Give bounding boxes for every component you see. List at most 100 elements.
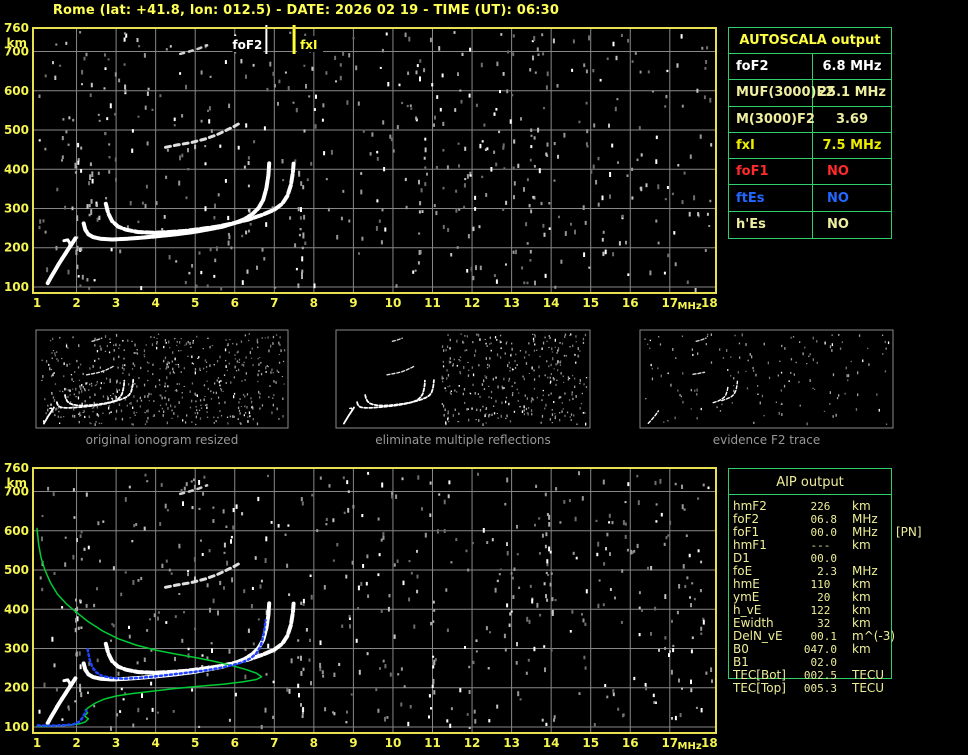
svg-text:6: 6 [231, 296, 239, 310]
bottom-ionogram-plot: 123456789101112131415161718MHz7607006005… [4, 461, 718, 752]
parameter-value: 00.0 [790, 552, 837, 565]
parameter-label: foF2 [729, 54, 813, 79]
trace-f2-o [84, 163, 270, 239]
parameter-value: 32 [790, 617, 837, 630]
parameter-value: 005.3 [790, 682, 837, 695]
svg-text:3: 3 [112, 296, 120, 310]
aip-row-hmf1: hmF1--- km [733, 539, 963, 552]
autoscala-output-table: AUTOSCALA output foF26.8 MHzMUF(3000)F22… [728, 27, 892, 239]
aip-row-fof2: foF206.8MHz [733, 513, 963, 526]
y-axis-unit-label: km [7, 476, 27, 490]
parameter-value: --- [790, 539, 837, 552]
parameter-label: h'Es [729, 212, 813, 238]
parameter-label: MUF(3000)F2 [729, 80, 813, 105]
svg-text:300: 300 [4, 642, 29, 656]
svg-text:600: 600 [4, 524, 29, 538]
svg-text:1: 1 [33, 296, 41, 310]
parameter-unit: TECU [852, 682, 896, 695]
autoscala-row-m3000f2: M(3000)F23.69 [729, 107, 891, 133]
parameter-value: 047.0 [790, 643, 837, 656]
autoscala-table-rows: foF26.8 MHzMUF(3000)F225.1 MHzM(3000)F23… [729, 54, 891, 238]
aip-row-fof1: foF100.0MHz[PN] [733, 526, 963, 539]
top-ionogram-plot: foF2fxI123456789101112131415161718MHz760… [4, 21, 718, 312]
parameter-value: NO [813, 159, 891, 184]
svg-text:17: 17 [661, 296, 678, 310]
parameter-label: TEC[Top] [733, 682, 790, 695]
svg-text:17: 17 [661, 736, 678, 750]
autoscala-table-header: AUTOSCALA output [729, 28, 891, 54]
x-axis-unit-label: MHz [678, 301, 702, 312]
svg-text:1: 1 [33, 736, 41, 750]
panel-caption-eliminate: eliminate multiple reflections [336, 433, 590, 447]
aip-row-d1: D100.0 [733, 552, 963, 565]
svg-text:7: 7 [270, 736, 278, 750]
axis-labels: 123456789101112131415161718MHz7607006005… [4, 461, 718, 752]
aip-row-hme: hmE110 km [733, 578, 963, 591]
svg-text:12: 12 [464, 296, 481, 310]
autoscala-window: foF2fxI123456789101112131415161718MHz760… [0, 0, 968, 755]
parameter-value: 2.3 [790, 565, 837, 578]
trace-hop2 [166, 563, 241, 588]
aip-table-header: AIP output [729, 469, 891, 495]
svg-text:11: 11 [424, 736, 441, 750]
parameter-value: 3.69 [813, 107, 891, 132]
svg-text:5: 5 [191, 296, 199, 310]
svg-text:13: 13 [503, 296, 520, 310]
svg-text:760: 760 [4, 461, 29, 475]
svg-text:10: 10 [385, 296, 402, 310]
svg-text:9: 9 [349, 736, 357, 750]
svg-text:12: 12 [464, 736, 481, 750]
svg-text:18: 18 [701, 296, 718, 310]
parameter-value: 6.8 MHz [813, 54, 891, 79]
aip-row-b0: B0047.0km [733, 643, 963, 656]
parameter-value: 7.5 MHz [813, 133, 891, 158]
parameter-label: M(3000)F2 [729, 107, 813, 132]
svg-text:2: 2 [72, 296, 80, 310]
noise-speckles [39, 31, 713, 292]
parameter-value: NO [813, 212, 891, 238]
parameter-label: ftEs [729, 185, 813, 210]
parameter-value: 226 [790, 500, 837, 513]
svg-text:13: 13 [503, 736, 520, 750]
svg-text:7: 7 [270, 296, 278, 310]
svg-text:16: 16 [622, 736, 639, 750]
parameter-value: 25.1 MHz [813, 80, 891, 105]
svg-text:200: 200 [4, 241, 29, 255]
parameter-value: 110 [790, 578, 837, 591]
svg-text:4: 4 [151, 736, 159, 750]
autoscala-row-muf3000f2: MUF(3000)F225.1 MHz [729, 80, 891, 106]
svg-text:15: 15 [582, 736, 599, 750]
svg-text:500: 500 [4, 123, 29, 137]
parameter-value: 122 [790, 604, 837, 617]
parameter-flag: [PN] [896, 526, 922, 539]
foF2-marker-label: foF2 [232, 38, 262, 52]
parameter-unit: km [852, 643, 896, 656]
aip-row-yme: ymE20 km [733, 591, 963, 604]
parameter-label: fxI [729, 133, 813, 158]
svg-text:10: 10 [385, 736, 402, 750]
svg-text:760: 760 [4, 21, 29, 35]
parameter-label: foF1 [729, 159, 813, 184]
svg-text:11: 11 [424, 296, 441, 310]
parameter-value: 00.0 [790, 526, 837, 539]
x-axis-unit-label: MHz [678, 741, 702, 752]
svg-text:8: 8 [310, 296, 318, 310]
aip-row-foe: foE2.3MHz [733, 565, 963, 578]
svg-text:9: 9 [349, 296, 357, 310]
parameter-value: 20 [790, 591, 837, 604]
fxI-marker: fxI [294, 25, 323, 54]
autoscala-row-fxi: fxI7.5 MHz [729, 133, 891, 159]
foF2-marker: foF2 [232, 25, 266, 54]
parameter-unit: km [852, 539, 896, 552]
svg-text:18: 18 [701, 736, 718, 750]
ionogram-traces [37, 485, 294, 726]
svg-text:5: 5 [191, 736, 199, 750]
svg-text:8: 8 [310, 736, 318, 750]
autoscala-row-fof1: foF1NO [729, 159, 891, 185]
aip-row-delnve: DelN_vE00.1m^(-3) [733, 630, 963, 643]
autoscala-row-hes: h'EsNO [729, 212, 891, 238]
parameter-value: NO [813, 185, 891, 210]
trace-hop2 [166, 123, 241, 148]
svg-text:15: 15 [582, 296, 599, 310]
svg-text:14: 14 [543, 296, 560, 310]
